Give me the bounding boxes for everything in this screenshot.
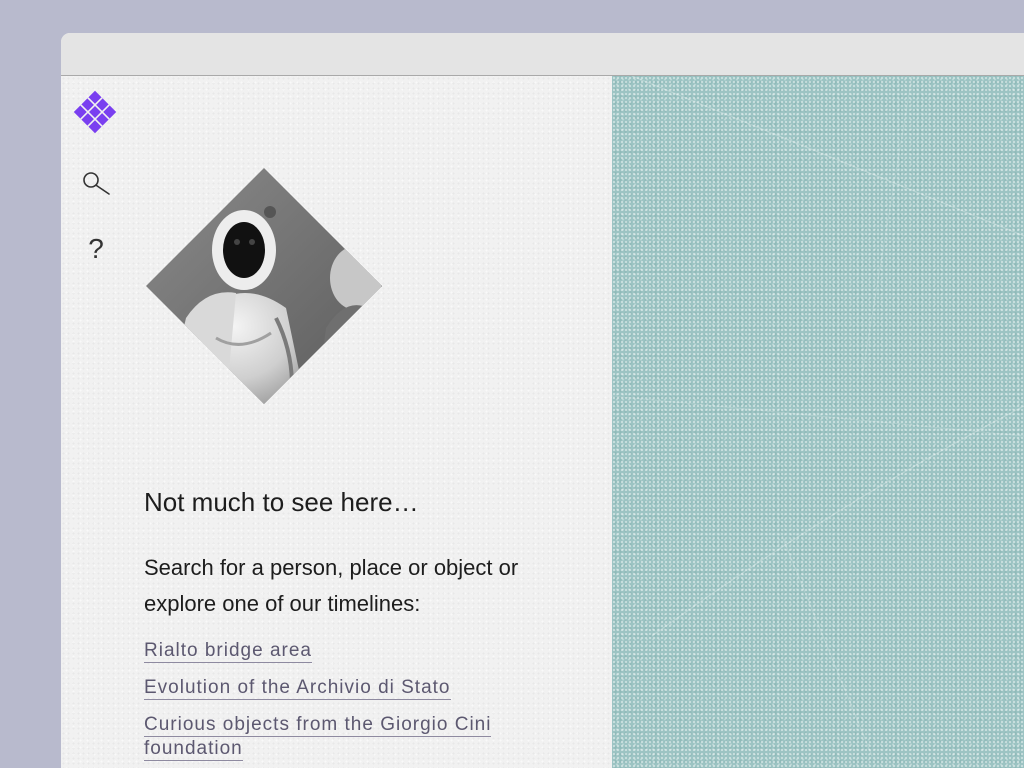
map-view[interactable] (612, 76, 1024, 768)
timeline-link-archivio[interactable]: Evolution of the Archivio di Stato (144, 676, 584, 700)
timeline-link-rialto[interactable]: Rialto bridge area (144, 639, 584, 663)
app-content: ? Not much to see here… Search for a per… (61, 76, 1024, 768)
masked-figure-portrait (146, 168, 382, 404)
timeline-link-cini[interactable]: Curious objects from the Giorgio Cini fo… (144, 713, 584, 761)
info-panel: ? Not much to see here… Search for a per… (61, 76, 612, 768)
browser-window: ? Not much to see here… Search for a per… (61, 33, 1024, 768)
diamond-grid-logo-icon[interactable] (71, 88, 119, 136)
timeline-links: Rialto bridge area Evolution of the Arch… (144, 639, 584, 768)
search-icon (83, 172, 110, 195)
empty-state-intro: Search for a person, place or object or … (144, 555, 519, 616)
timeline-link-label: Evolution of the Archivio di Stato (144, 677, 451, 700)
help-button[interactable]: ? (79, 232, 113, 266)
window-titlebar (61, 33, 1024, 76)
help-icon: ? (88, 233, 104, 264)
timeline-link-label: Curious objects from the Giorgio Cini fo… (144, 714, 492, 761)
empty-state-heading: Not much to see here… (144, 487, 419, 517)
timeline-link-label: Rialto bridge area (144, 640, 312, 663)
search-button[interactable] (79, 168, 113, 202)
